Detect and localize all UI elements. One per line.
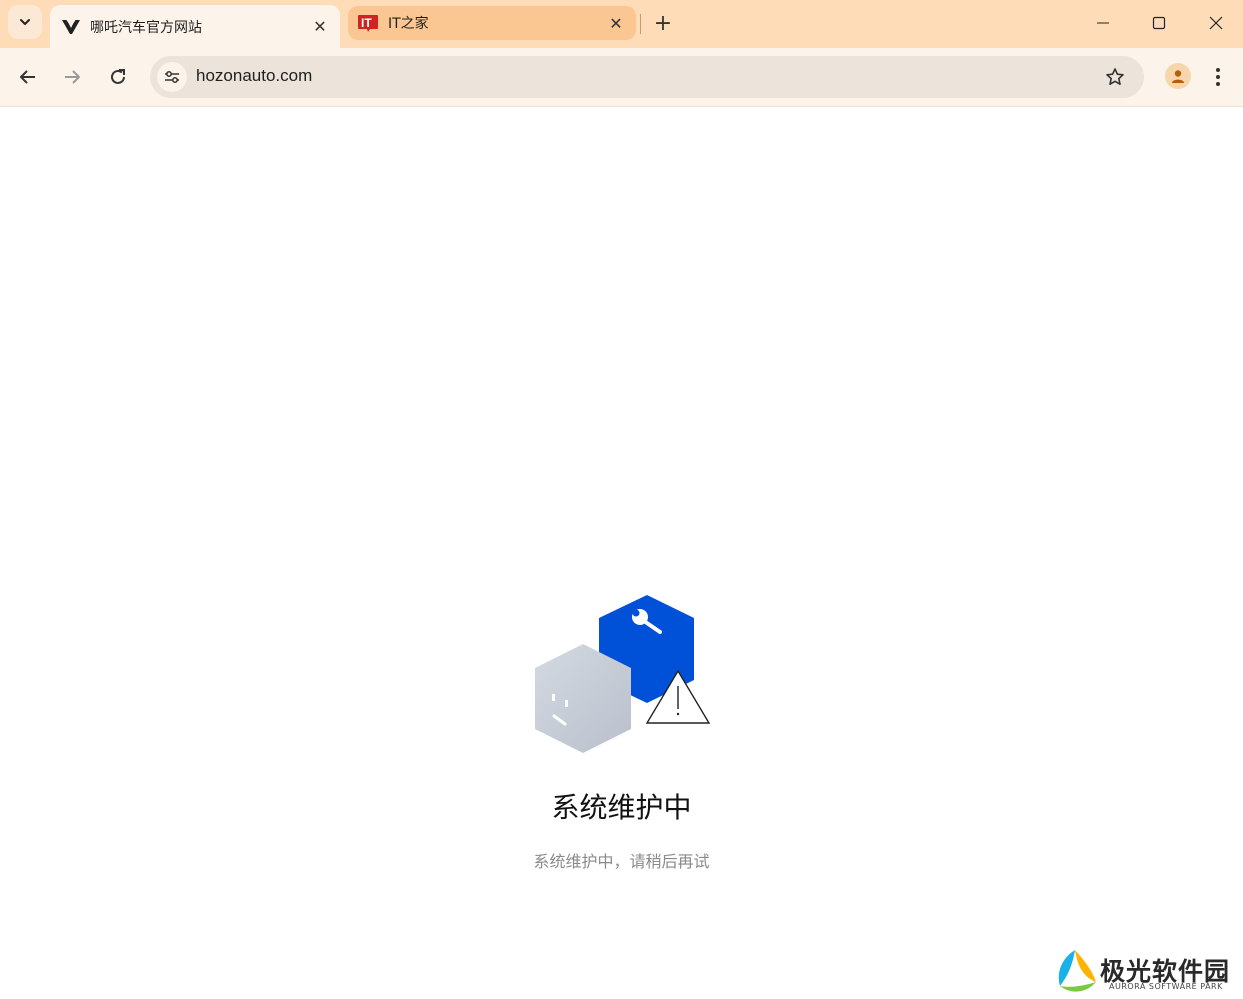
back-arrow-icon (20, 70, 35, 84)
watermark-subtitle: AURORA SOFTWARE PARK (1109, 982, 1223, 991)
chevron-down-icon (20, 19, 30, 25)
maintenance-illustration-icon (535, 595, 711, 753)
close-icon (1209, 16, 1223, 30)
minimize-icon (1097, 22, 1109, 24)
maximize-button[interactable] (1136, 8, 1182, 38)
close-tab-icon[interactable]: ✕ (606, 13, 626, 33)
page-subtitle: 系统维护中，请稍后再试 (533, 852, 710, 871)
address-bar[interactable]: hozonauto.com (150, 56, 1144, 98)
tab-title: 哪吒汽车官方网站 (90, 19, 202, 36)
reload-icon (111, 69, 125, 84)
hozon-logo-icon (60, 16, 82, 38)
avatar-icon (1172, 70, 1184, 83)
page-title: 系统维护中 (551, 791, 692, 824)
close-window-button[interactable] (1193, 8, 1239, 38)
new-tab-button[interactable]: + (650, 10, 676, 36)
tab-hozon[interactable]: 哪吒汽车官方网站 ✕ (50, 5, 340, 48)
star-icon (1106, 68, 1124, 85)
forward-button[interactable] (56, 61, 88, 93)
back-button[interactable] (12, 61, 44, 93)
more-vert-icon (1216, 68, 1220, 86)
aurora-logo-icon (1058, 950, 1096, 992)
title-bar: 哪吒汽车官方网站 ✕ IT IT之家 ✕ + (0, 0, 1243, 48)
tab-separator (640, 14, 641, 34)
tab-ithome[interactable]: IT IT之家 ✕ (348, 6, 636, 40)
tab-title: IT之家 (388, 16, 429, 32)
url-text: hozonauto.com (196, 66, 313, 85)
forward-arrow-icon (65, 70, 80, 84)
site-info-button[interactable] (157, 62, 187, 92)
minimize-button[interactable] (1080, 8, 1126, 38)
ithome-logo-icon: IT (358, 12, 380, 34)
maximize-icon (1152, 16, 1166, 30)
watermark: 极光软件园 AURORA SOFTWARE PARK (1052, 948, 1242, 998)
tab-search-button[interactable] (8, 5, 42, 39)
browser-menu-button[interactable] (1207, 64, 1229, 90)
reload-button[interactable] (102, 61, 134, 93)
svg-text:IT: IT (361, 16, 372, 30)
close-tab-icon[interactable]: ✕ (310, 17, 330, 37)
bookmark-button[interactable] (1104, 66, 1126, 88)
profile-button[interactable] (1165, 63, 1191, 89)
tune-icon (165, 71, 179, 83)
browser-toolbar: hozonauto.com (0, 48, 1243, 107)
